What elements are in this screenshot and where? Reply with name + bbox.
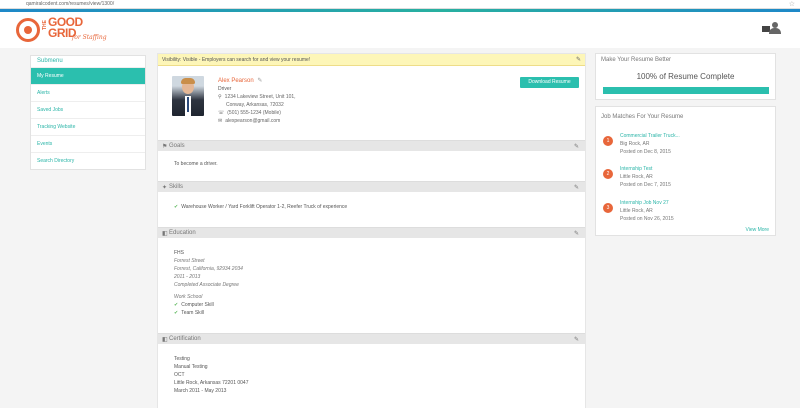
edit-profile-icon[interactable]: ✎ xyxy=(257,78,262,84)
job-location: Little Rock, AR xyxy=(620,208,653,214)
sidebar-item-search-directory[interactable]: Search Directory xyxy=(31,152,145,169)
logo-tagline: for Staffing xyxy=(72,34,107,41)
map-pin-icon: ⚲ xyxy=(218,94,222,100)
resume-main-panel: Visibility: Visible - Employers can sear… xyxy=(157,53,586,408)
cert-name: Testing xyxy=(174,356,190,362)
profile-email: ✉ alexpearson@gmail.com xyxy=(218,118,281,124)
skills-section-header: ✦ Skills ✎ xyxy=(158,181,585,192)
thumbs-up-icon: ✦ xyxy=(162,185,168,191)
job-location: Little Rock, AR xyxy=(620,174,653,180)
education-check-2: ✔ Team Skill xyxy=(174,310,204,316)
profile-name-row: Alex Pearson ✎ xyxy=(218,77,262,84)
job-title-link[interactable]: Internship Job Nov 27 xyxy=(620,200,669,206)
bookmark-star-icon[interactable]: ☆ xyxy=(789,0,795,8)
sidebar-item-my-resume[interactable]: My Resume xyxy=(31,67,145,84)
submenu-sidebar: Submenu My Resume Alerts Saved Jobs Trac… xyxy=(30,55,146,170)
education-school: FHS xyxy=(174,250,184,256)
goals-section-header: ⚑ Goals ✎ xyxy=(158,140,585,151)
good-grid-logo[interactable]: THE GOOD GRID for Staffing xyxy=(14,16,114,46)
sidebar-item-saved-jobs[interactable]: Saved Jobs xyxy=(31,101,145,118)
job-title-link[interactable]: Commercial Trailer Truck... xyxy=(620,133,680,139)
goals-text: To become a driver. xyxy=(174,161,218,167)
education-status: Completed Associate Degree xyxy=(174,282,239,288)
completion-title: Make Your Resume Better xyxy=(601,57,672,63)
completion-text: 100% of Resume Complete xyxy=(636,72,735,81)
cert-location: Little Rock, Arkansas 72201 0047 xyxy=(174,380,249,386)
edit-skills-icon[interactable]: ✎ xyxy=(574,184,579,191)
skills-label: Skills xyxy=(169,184,184,190)
check-icon: ✔ xyxy=(174,302,179,308)
job-number-badge: 2 xyxy=(603,169,613,179)
profile-address-line-1: ⚲ 1234 Lakeview Street, Unit 101, xyxy=(218,94,296,100)
skill-item: ✔ Warehouse Worker / Yard Forklift Operat… xyxy=(174,204,348,210)
edit-visibility-icon[interactable]: ✎ xyxy=(576,56,581,63)
education-label: Education xyxy=(169,230,196,236)
check-icon: ✔ xyxy=(174,204,179,210)
submenu-title: Submenu xyxy=(37,58,63,64)
visibility-notice: Visibility: Visible - Employers can sear… xyxy=(158,54,585,66)
resume-completion-panel: Make Your Resume Better 100% of Resume C… xyxy=(595,53,776,100)
job-number-badge: 3 xyxy=(603,203,613,213)
profile-address-line-2: Conway, Arkansas, 72032 xyxy=(226,102,284,108)
certification-label: Certification xyxy=(169,336,201,342)
job-match-item[interactable]: 1 Commercial Trailer Truck... Big Rock, … xyxy=(603,132,773,162)
profile-name: Alex Pearson xyxy=(218,78,254,84)
edit-education-icon[interactable]: ✎ xyxy=(574,230,579,237)
browser-address-bar[interactable]: qamiralcodent.com/resumes/view/1300/ ☆ xyxy=(0,0,800,9)
phone-icon: ☏ xyxy=(218,110,225,116)
cert-org: OCT xyxy=(174,372,185,378)
education-street: Forrest Street xyxy=(174,258,205,264)
cert-dates: March 2011 - May 2013 xyxy=(174,388,227,394)
sidebar-item-events[interactable]: Events xyxy=(31,135,145,152)
certificate-icon: ◧ xyxy=(162,337,168,343)
job-title-link[interactable]: Internship Test xyxy=(620,166,652,172)
profile-phone: ☏ (501) 555-1234 (Mobile) xyxy=(218,110,281,116)
education-years: 2011 - 2013 xyxy=(174,274,201,280)
avatar xyxy=(172,76,204,116)
completion-progress-bar xyxy=(603,87,769,94)
education-check-1: ✔ Computer Skill xyxy=(174,302,214,308)
profile-title: Driver xyxy=(218,86,232,92)
visibility-text: Visibility: Visible - Employers can sear… xyxy=(162,57,311,63)
view-more-link[interactable]: View More xyxy=(745,227,769,233)
edit-certification-icon[interactable]: ✎ xyxy=(574,336,579,343)
job-date: Posted on Dec 8, 2015 xyxy=(620,149,671,155)
site-header: THE GOOD GRID for Staffing xyxy=(0,12,800,48)
user-account-icon[interactable] xyxy=(769,22,781,34)
cert-type: Manual Testing xyxy=(174,364,208,370)
gear-logo-icon xyxy=(16,18,40,42)
job-number-badge: 1 xyxy=(603,136,613,146)
job-matches-panel: Job Matches For Your Resume 1 Commercial… xyxy=(595,106,776,236)
job-location: Big Rock, AR xyxy=(620,141,650,147)
job-match-item[interactable]: 3 Internship Job Nov 27 Little Rock, AR … xyxy=(603,199,773,229)
job-matches-title: Job Matches For Your Resume xyxy=(601,114,684,120)
profile-block: Alex Pearson ✎ Driver ⚲ 1234 Lakeview Str… xyxy=(158,70,585,138)
job-date: Posted on Nov 26, 2015 xyxy=(620,216,674,222)
mail-small-icon: ✉ xyxy=(218,118,223,124)
edit-goals-icon[interactable]: ✎ xyxy=(574,143,579,150)
book-icon: ◧ xyxy=(162,231,168,237)
certification-section-header: ◧ Certification ✎ xyxy=(158,333,585,344)
job-match-item[interactable]: 2 Internship Test Little Rock, AR Posted… xyxy=(603,165,773,195)
url-text[interactable]: qamiralcodent.com/resumes/view/1300/ xyxy=(26,1,114,7)
goals-label: Goals xyxy=(169,143,185,149)
education-subtitle: Work School xyxy=(174,294,203,300)
education-city: Forrest, California, 92934 2034 xyxy=(174,266,243,272)
sidebar-item-alerts[interactable]: Alerts xyxy=(31,84,145,101)
download-resume-button[interactable]: Download Resume xyxy=(520,77,579,88)
check-icon: ✔ xyxy=(174,310,179,316)
job-date: Posted on Dec 7, 2015 xyxy=(620,182,671,188)
flag-icon: ⚑ xyxy=(162,144,168,150)
education-section-header: ◧ Education ✎ xyxy=(158,227,585,238)
sidebar-item-tracking-website[interactable]: Tracking Website xyxy=(31,118,145,135)
